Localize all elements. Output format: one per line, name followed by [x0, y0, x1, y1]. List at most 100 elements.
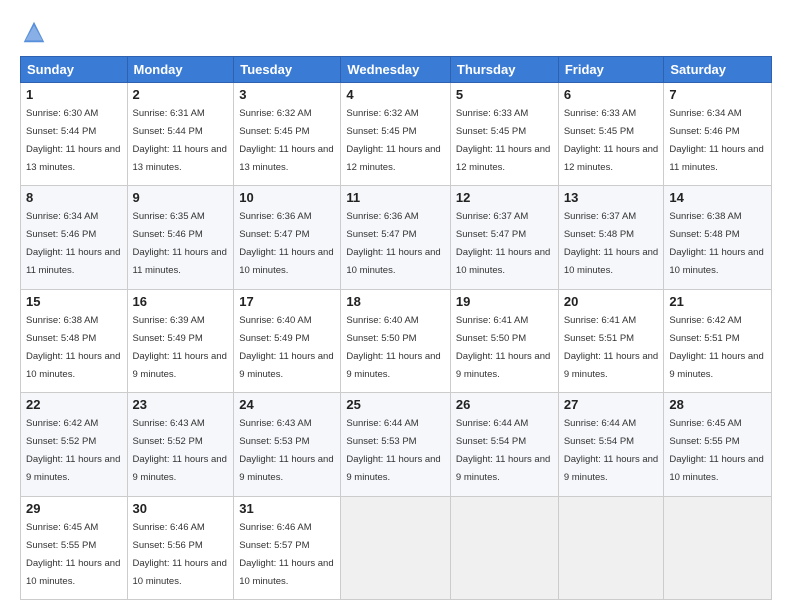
calendar-week-row: 22 Sunrise: 6:42 AMSunset: 5:52 PMDaylig… — [21, 393, 772, 496]
day-number: 9 — [133, 190, 229, 205]
calendar-cell: 23 Sunrise: 6:43 AMSunset: 5:52 PMDaylig… — [127, 393, 234, 496]
calendar-cell: 18 Sunrise: 6:40 AMSunset: 5:50 PMDaylig… — [341, 289, 451, 392]
calendar-week-row: 1 Sunrise: 6:30 AMSunset: 5:44 PMDayligh… — [21, 83, 772, 186]
calendar-table: SundayMondayTuesdayWednesdayThursdayFrid… — [20, 56, 772, 600]
day-number: 6 — [564, 87, 659, 102]
day-info: Sunrise: 6:46 AMSunset: 5:56 PMDaylight:… — [133, 522, 227, 587]
day-info: Sunrise: 6:45 AMSunset: 5:55 PMDaylight:… — [26, 522, 120, 587]
day-number: 2 — [133, 87, 229, 102]
day-number: 31 — [239, 501, 335, 516]
day-number: 13 — [564, 190, 659, 205]
day-info: Sunrise: 6:34 AMSunset: 5:46 PMDaylight:… — [669, 108, 763, 173]
weekday-header: Wednesday — [341, 57, 451, 83]
header — [20, 18, 772, 46]
day-info: Sunrise: 6:40 AMSunset: 5:50 PMDaylight:… — [346, 315, 440, 380]
day-number: 4 — [346, 87, 445, 102]
day-info: Sunrise: 6:44 AMSunset: 5:54 PMDaylight:… — [564, 418, 658, 483]
calendar-cell: 25 Sunrise: 6:44 AMSunset: 5:53 PMDaylig… — [341, 393, 451, 496]
day-info: Sunrise: 6:36 AMSunset: 5:47 PMDaylight:… — [346, 211, 440, 276]
calendar-week-row: 29 Sunrise: 6:45 AMSunset: 5:55 PMDaylig… — [21, 496, 772, 599]
day-info: Sunrise: 6:32 AMSunset: 5:45 PMDaylight:… — [239, 108, 333, 173]
day-number: 21 — [669, 294, 766, 309]
calendar-cell: 26 Sunrise: 6:44 AMSunset: 5:54 PMDaylig… — [450, 393, 558, 496]
calendar-cell: 4 Sunrise: 6:32 AMSunset: 5:45 PMDayligh… — [341, 83, 451, 186]
weekday-header: Tuesday — [234, 57, 341, 83]
calendar-cell: 27 Sunrise: 6:44 AMSunset: 5:54 PMDaylig… — [558, 393, 664, 496]
calendar-cell: 17 Sunrise: 6:40 AMSunset: 5:49 PMDaylig… — [234, 289, 341, 392]
weekday-header: Thursday — [450, 57, 558, 83]
day-number: 18 — [346, 294, 445, 309]
day-number: 23 — [133, 397, 229, 412]
day-number: 28 — [669, 397, 766, 412]
weekday-header: Monday — [127, 57, 234, 83]
calendar-cell: 15 Sunrise: 6:38 AMSunset: 5:48 PMDaylig… — [21, 289, 128, 392]
calendar-cell: 8 Sunrise: 6:34 AMSunset: 5:46 PMDayligh… — [21, 186, 128, 289]
day-info: Sunrise: 6:42 AMSunset: 5:51 PMDaylight:… — [669, 315, 763, 380]
day-info: Sunrise: 6:44 AMSunset: 5:54 PMDaylight:… — [456, 418, 550, 483]
calendar-cell: 12 Sunrise: 6:37 AMSunset: 5:47 PMDaylig… — [450, 186, 558, 289]
day-number: 20 — [564, 294, 659, 309]
day-number: 10 — [239, 190, 335, 205]
day-number: 15 — [26, 294, 122, 309]
calendar-cell: 19 Sunrise: 6:41 AMSunset: 5:50 PMDaylig… — [450, 289, 558, 392]
day-info: Sunrise: 6:38 AMSunset: 5:48 PMDaylight:… — [669, 211, 763, 276]
calendar-cell: 30 Sunrise: 6:46 AMSunset: 5:56 PMDaylig… — [127, 496, 234, 599]
day-info: Sunrise: 6:38 AMSunset: 5:48 PMDaylight:… — [26, 315, 120, 380]
weekday-header: Sunday — [21, 57, 128, 83]
day-number: 16 — [133, 294, 229, 309]
day-number: 5 — [456, 87, 553, 102]
day-info: Sunrise: 6:30 AMSunset: 5:44 PMDaylight:… — [26, 108, 120, 173]
day-info: Sunrise: 6:42 AMSunset: 5:52 PMDaylight:… — [26, 418, 120, 483]
day-number: 17 — [239, 294, 335, 309]
calendar-cell: 31 Sunrise: 6:46 AMSunset: 5:57 PMDaylig… — [234, 496, 341, 599]
calendar-cell: 21 Sunrise: 6:42 AMSunset: 5:51 PMDaylig… — [664, 289, 772, 392]
day-number: 8 — [26, 190, 122, 205]
day-number: 1 — [26, 87, 122, 102]
day-info: Sunrise: 6:43 AMSunset: 5:52 PMDaylight:… — [133, 418, 227, 483]
day-number: 12 — [456, 190, 553, 205]
calendar-week-row: 8 Sunrise: 6:34 AMSunset: 5:46 PMDayligh… — [21, 186, 772, 289]
calendar-cell — [558, 496, 664, 599]
day-number: 24 — [239, 397, 335, 412]
calendar-cell: 22 Sunrise: 6:42 AMSunset: 5:52 PMDaylig… — [21, 393, 128, 496]
calendar-cell: 20 Sunrise: 6:41 AMSunset: 5:51 PMDaylig… — [558, 289, 664, 392]
day-info: Sunrise: 6:39 AMSunset: 5:49 PMDaylight:… — [133, 315, 227, 380]
day-number: 26 — [456, 397, 553, 412]
day-number: 22 — [26, 397, 122, 412]
logo — [20, 18, 52, 46]
day-info: Sunrise: 6:40 AMSunset: 5:49 PMDaylight:… — [239, 315, 333, 380]
day-number: 11 — [346, 190, 445, 205]
day-number: 30 — [133, 501, 229, 516]
day-info: Sunrise: 6:37 AMSunset: 5:47 PMDaylight:… — [456, 211, 550, 276]
day-number: 27 — [564, 397, 659, 412]
calendar-cell: 5 Sunrise: 6:33 AMSunset: 5:45 PMDayligh… — [450, 83, 558, 186]
calendar-cell: 7 Sunrise: 6:34 AMSunset: 5:46 PMDayligh… — [664, 83, 772, 186]
day-info: Sunrise: 6:37 AMSunset: 5:48 PMDaylight:… — [564, 211, 658, 276]
calendar-cell: 29 Sunrise: 6:45 AMSunset: 5:55 PMDaylig… — [21, 496, 128, 599]
day-number: 7 — [669, 87, 766, 102]
day-info: Sunrise: 6:41 AMSunset: 5:51 PMDaylight:… — [564, 315, 658, 380]
calendar-cell — [341, 496, 451, 599]
day-info: Sunrise: 6:36 AMSunset: 5:47 PMDaylight:… — [239, 211, 333, 276]
calendar-cell: 13 Sunrise: 6:37 AMSunset: 5:48 PMDaylig… — [558, 186, 664, 289]
day-number: 14 — [669, 190, 766, 205]
calendar-week-row: 15 Sunrise: 6:38 AMSunset: 5:48 PMDaylig… — [21, 289, 772, 392]
calendar-cell — [450, 496, 558, 599]
logo-icon — [20, 18, 48, 46]
day-info: Sunrise: 6:44 AMSunset: 5:53 PMDaylight:… — [346, 418, 440, 483]
calendar-cell: 16 Sunrise: 6:39 AMSunset: 5:49 PMDaylig… — [127, 289, 234, 392]
calendar-cell: 6 Sunrise: 6:33 AMSunset: 5:45 PMDayligh… — [558, 83, 664, 186]
day-info: Sunrise: 6:32 AMSunset: 5:45 PMDaylight:… — [346, 108, 440, 173]
day-number: 29 — [26, 501, 122, 516]
calendar-cell: 28 Sunrise: 6:45 AMSunset: 5:55 PMDaylig… — [664, 393, 772, 496]
calendar-cell — [664, 496, 772, 599]
day-info: Sunrise: 6:33 AMSunset: 5:45 PMDaylight:… — [456, 108, 550, 173]
day-number: 19 — [456, 294, 553, 309]
calendar-cell: 10 Sunrise: 6:36 AMSunset: 5:47 PMDaylig… — [234, 186, 341, 289]
day-info: Sunrise: 6:33 AMSunset: 5:45 PMDaylight:… — [564, 108, 658, 173]
weekday-header: Saturday — [664, 57, 772, 83]
calendar-cell: 2 Sunrise: 6:31 AMSunset: 5:44 PMDayligh… — [127, 83, 234, 186]
day-info: Sunrise: 6:43 AMSunset: 5:53 PMDaylight:… — [239, 418, 333, 483]
calendar-cell: 1 Sunrise: 6:30 AMSunset: 5:44 PMDayligh… — [21, 83, 128, 186]
calendar-cell: 14 Sunrise: 6:38 AMSunset: 5:48 PMDaylig… — [664, 186, 772, 289]
